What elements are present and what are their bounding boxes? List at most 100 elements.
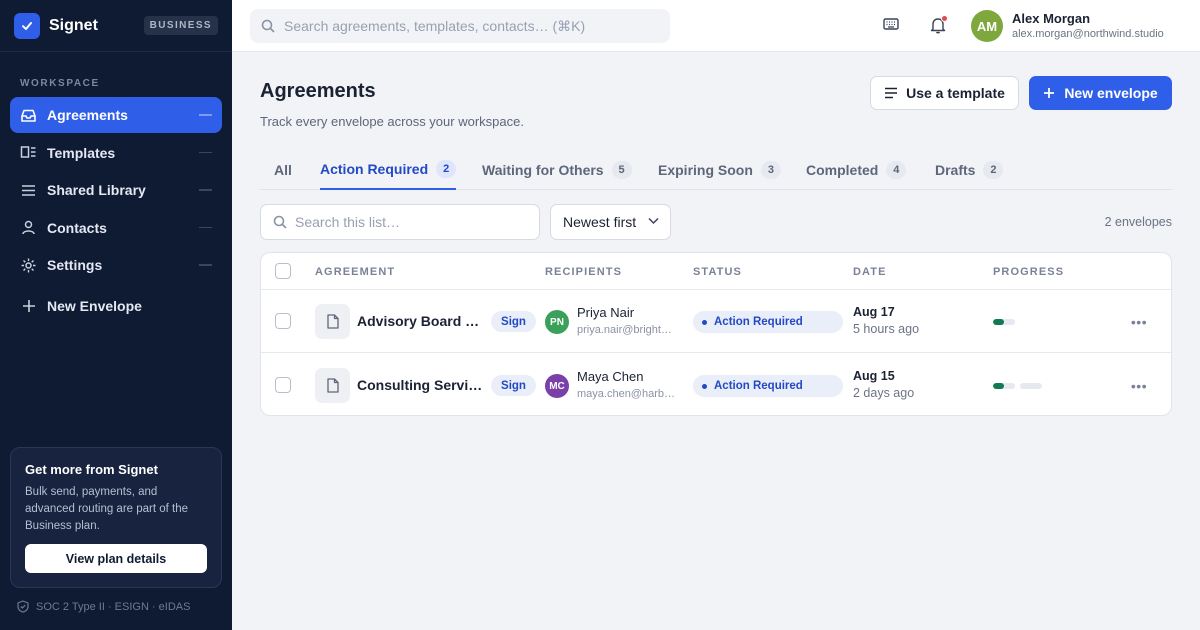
sidebar-item-label: Templates: [47, 144, 116, 161]
use-template-button[interactable]: Use a template: [870, 76, 1019, 110]
template-icon: [20, 144, 37, 161]
tab-count-badge: 2: [983, 161, 1004, 179]
gear-icon: [20, 257, 37, 274]
column-header-recipients: RECIPIENTS: [545, 266, 623, 278]
list-search-placeholder: Search this list…: [295, 214, 401, 230]
date: Aug 17: [853, 305, 895, 319]
progress-segment: [993, 319, 1015, 325]
status-dot: [702, 383, 707, 389]
inbox-icon: [20, 107, 37, 124]
plus-icon: [20, 298, 37, 315]
search-icon: [273, 215, 287, 229]
agreement-name[interactable]: Advisory Board …: [357, 313, 483, 329]
more-options-icon[interactable]: •••: [1129, 312, 1149, 332]
search-icon: [261, 19, 275, 33]
more-options-icon[interactable]: •••: [1129, 376, 1149, 396]
library-icon: [20, 182, 37, 199]
tab-expiring-soon[interactable]: Expiring Soon 3: [658, 150, 781, 190]
agreement-name[interactable]: Consulting Servi…: [357, 377, 483, 393]
recipient-name: Maya Chen: [577, 369, 644, 384]
notification-dot: [941, 15, 948, 22]
tab-drafts[interactable]: Drafts 2: [935, 150, 1004, 190]
tab-waiting-for-others[interactable]: Waiting for Others 5: [482, 150, 632, 190]
divider: [199, 114, 212, 116]
column-header-progress: PROGRESS: [993, 266, 1065, 278]
sidebar-item-label: Shared Library: [47, 182, 146, 198]
compliance-footer: SOC 2 Type II · ESIGN · eIDAS: [17, 600, 190, 613]
status-badge: Action Required: [693, 375, 843, 397]
view-plan-button[interactable]: View plan details: [25, 544, 207, 573]
tab-completed[interactable]: Completed 4: [806, 150, 907, 190]
list-icon: [885, 87, 898, 99]
avatar: MC: [545, 374, 569, 398]
recipient-email: maya.chen@harb…: [577, 388, 675, 400]
sort-select[interactable]: Newest first: [550, 204, 671, 240]
tab-count-badge: 4: [886, 161, 907, 179]
search-placeholder: Search agreements, templates, contacts… …: [284, 17, 586, 34]
brand-header: Signet BUSINESS: [0, 0, 232, 52]
agreements-table: AGREEMENT RECIPIENTS STATUS DATE PROGRES…: [260, 252, 1172, 416]
table-row[interactable]: Consulting Servi… Sign MC Maya Chen maya…: [261, 354, 1171, 415]
tab-label: Action Required: [320, 161, 429, 177]
tab-count-badge: 5: [611, 161, 632, 179]
tab-count-badge: 3: [760, 161, 781, 179]
divider: [199, 264, 212, 266]
tab-all[interactable]: All: [274, 150, 292, 190]
user-email: alex.morgan@northwind.studio: [1012, 28, 1164, 40]
plan-badge: BUSINESS: [143, 16, 218, 35]
divider: [199, 151, 212, 154]
column-header-date: DATE: [853, 266, 887, 278]
tab-label: Completed: [806, 162, 879, 178]
avatar[interactable]: AM: [971, 10, 1003, 42]
sidebar: Signet BUSINESS WORKSPACE Agreements Tem…: [0, 0, 232, 630]
use-template-label: Use a template: [906, 85, 1005, 101]
status-label: Action Required: [714, 380, 803, 392]
tab-action-required[interactable]: Action Required 2: [320, 150, 457, 190]
page-title: Agreements: [260, 80, 376, 102]
sidebar-item-label: Contacts: [47, 219, 107, 236]
global-search-input[interactable]: Search agreements, templates, contacts… …: [250, 9, 670, 43]
promo-text: Bulk send, payments, and advanced routin…: [25, 486, 189, 532]
table-row[interactable]: Advisory Board … Sign PN Priya Nair priy…: [261, 290, 1171, 353]
sidebar-item-agreements[interactable]: Agreements: [10, 97, 222, 133]
new-envelope-label: New Envelope: [47, 298, 142, 314]
workspace-section-label: WORKSPACE: [20, 78, 100, 89]
compliance-text: SOC 2 Type II · ESIGN · eIDAS: [36, 600, 191, 613]
sidebar-item-shared-library[interactable]: Shared Library: [10, 172, 222, 208]
upgrade-promo-card: Get more from Signet Bulk send, payments…: [10, 447, 222, 588]
check-logo-icon: [14, 12, 40, 39]
status-badge: Action Required: [693, 311, 843, 333]
status-tabs: All Action Required 2 Waiting for Others…: [260, 150, 1172, 190]
list-search-input[interactable]: Search this list…: [260, 204, 540, 240]
topbar: Search agreements, templates, contacts… …: [232, 0, 1200, 52]
row-checkbox[interactable]: [275, 377, 291, 393]
new-envelope-label: New envelope: [1064, 85, 1158, 101]
shield-icon: [17, 600, 29, 613]
tab-label: Waiting for Others: [482, 162, 604, 178]
select-all-checkbox[interactable]: [275, 263, 291, 279]
plus-icon: [1044, 88, 1055, 98]
sidebar-item-settings[interactable]: Settings: [10, 247, 222, 283]
document-icon: [315, 368, 350, 403]
keyboard-shortcuts-icon[interactable]: [883, 17, 899, 31]
sidebar-item-label: Settings: [47, 257, 103, 273]
divider: [199, 226, 212, 229]
recipient-email: priya.nair@bright…: [577, 324, 672, 336]
divider: [199, 189, 212, 191]
avatar: PN: [545, 310, 569, 334]
sign-button[interactable]: Sign: [491, 311, 536, 332]
sidebar-new-envelope[interactable]: New Envelope: [10, 288, 222, 324]
promo-title: Get more from Signet: [25, 462, 158, 477]
sign-button[interactable]: Sign: [491, 375, 536, 396]
sort-value: Newest first: [563, 214, 637, 230]
progress-fill: [993, 319, 1004, 325]
sidebar-item-templates[interactable]: Templates: [10, 135, 222, 171]
progress-segment: [993, 383, 1015, 389]
sidebar-item-contacts[interactable]: Contacts: [10, 210, 222, 246]
page-subtitle: Track every envelope across your workspa…: [260, 114, 524, 129]
new-envelope-button[interactable]: New envelope: [1029, 76, 1172, 110]
table-header: AGREEMENT RECIPIENTS STATUS DATE PROGRES…: [261, 253, 1171, 290]
column-header-status: STATUS: [693, 266, 742, 278]
tab-label: All: [274, 162, 292, 178]
row-checkbox[interactable]: [275, 313, 291, 329]
